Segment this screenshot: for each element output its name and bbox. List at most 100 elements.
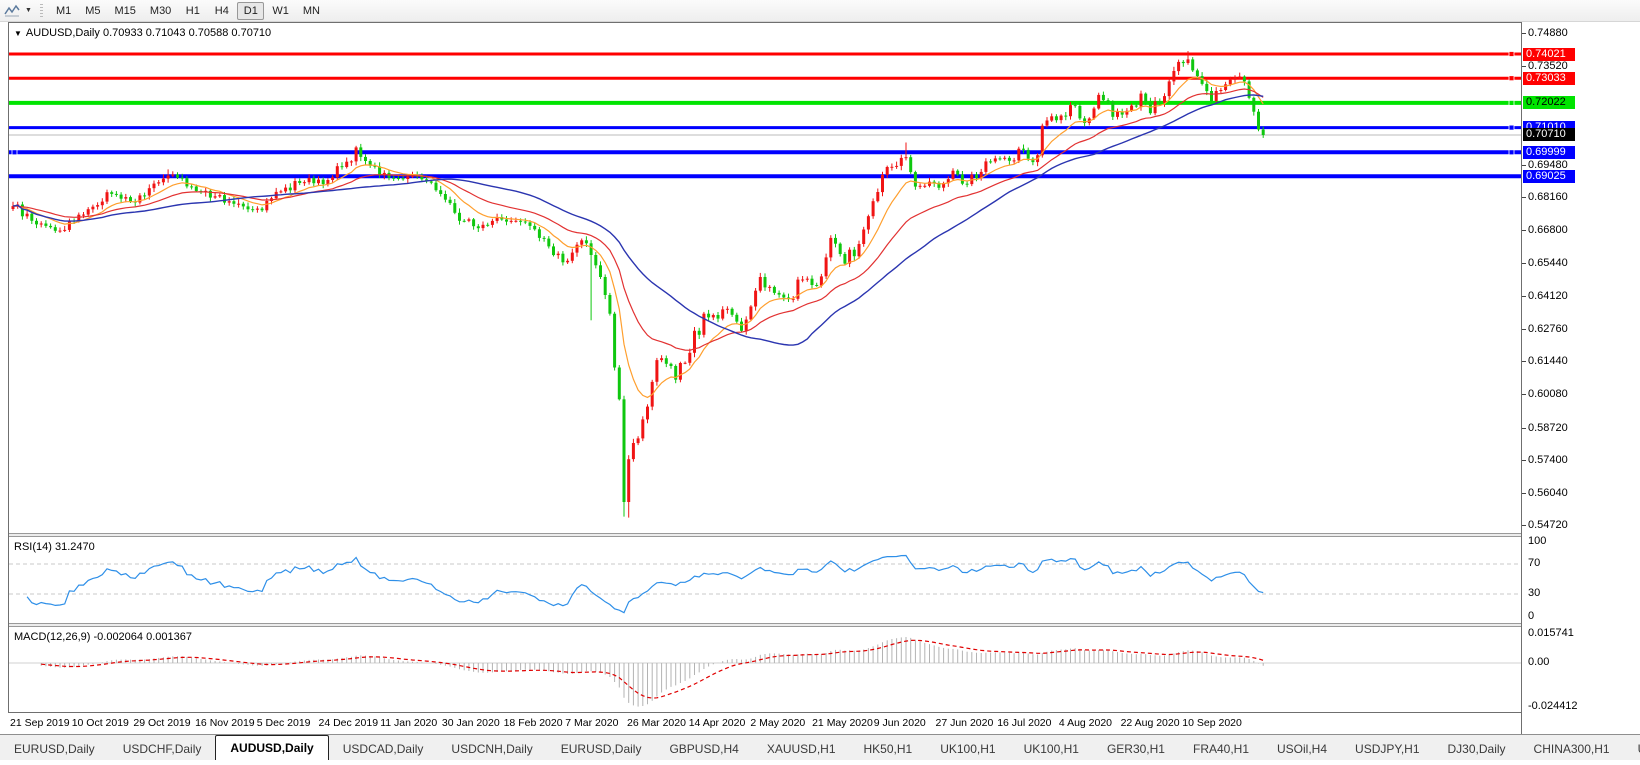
- date-tick-label: 29 Oct 2019: [133, 717, 191, 729]
- price-chart-canvas[interactable]: [9, 23, 1522, 532]
- chart-tab-uk100-h1[interactable]: UK100,H1: [1010, 738, 1093, 760]
- chart-tab-audusd-daily[interactable]: AUDUSD,Daily: [215, 735, 329, 760]
- timeframe-button-m5[interactable]: M5: [79, 2, 106, 20]
- line-anchor[interactable]: [1508, 75, 1515, 82]
- chart-title[interactable]: ▼ AUDUSD,Daily 0.70933 0.71043 0.70588 0.…: [14, 27, 271, 39]
- price-tick-label: 0.68160: [1528, 190, 1568, 203]
- chart-tab-usdcnh-daily[interactable]: USDCNH,Daily: [437, 738, 546, 760]
- price-tick-mark: [1522, 295, 1526, 297]
- price-tick-label: 0.65440: [1528, 257, 1568, 270]
- date-tick-label: 27 Jun 2020: [935, 717, 994, 729]
- date-tick-label: 2 May 2020: [750, 717, 806, 729]
- line-anchor[interactable]: [1508, 100, 1515, 106]
- timeframe-buttons: M1 M5 M15 M30 H1 H4 D1 W1 MN: [49, 1, 327, 20]
- line-anchor[interactable]: [1508, 51, 1515, 57]
- chart-tab-usdjpy-h1[interactable]: USDJPY,H1: [1341, 738, 1433, 760]
- chart-tab-gbpusd-h4[interactable]: GBPUSD,H4: [655, 738, 752, 760]
- chart-tab-china300-h1[interactable]: CHINA300,H1: [1520, 738, 1624, 760]
- mt4-terminal-window: ▼ M1 M5 M15 M30 H1 H4 D1 W1 MN ▼ AUDUSD,Daily 0.7…: [0, 0, 1640, 765]
- price-tick-label: 0.62760: [1528, 322, 1568, 335]
- chart-tab-dj30-daily[interactable]: DJ30,Daily: [1434, 738, 1520, 760]
- chart-tab-bar: EURUSD,Daily USDCHF,Daily AUDUSD,Daily USDC…: [0, 734, 1640, 760]
- timeframe-toolbar: ▼ M1 M5 M15 M30 H1 H4 D1 W1 MN: [0, 0, 1640, 22]
- date-tick-label: 21 Sep 2019: [10, 717, 70, 729]
- chart-tab-usoil-h1[interactable]: USOil,H1: [1624, 738, 1640, 760]
- line-anchor[interactable]: [1508, 124, 1515, 131]
- chart-style-icon[interactable]: [4, 3, 24, 19]
- price-tick-mark: [1522, 328, 1526, 330]
- panel-splitter[interactable]: [9, 533, 1522, 537]
- date-tick-label: 5 Dec 2019: [256, 717, 311, 729]
- chart-area[interactable]: ▼ AUDUSD,Daily 0.70933 0.71043 0.70588 0.…: [8, 22, 1522, 713]
- price-level-badge-0.69025: 0.69025: [1523, 169, 1575, 183]
- price-tick-mark: [1522, 65, 1526, 67]
- line-anchor[interactable]: [11, 149, 18, 156]
- price-tick-label: 0.73520: [1528, 59, 1568, 72]
- price-tick-mark: [1522, 427, 1526, 429]
- date-tick-label: 24 Dec 2019: [318, 717, 379, 729]
- macd-scale-label: 0.015741: [1528, 627, 1574, 639]
- chart-tab-eurusd-daily[interactable]: EURUSD,Daily: [547, 738, 656, 760]
- price-tick-label: 0.57400: [1528, 453, 1568, 466]
- current-price-badge: 0.70710: [1523, 128, 1575, 142]
- timeframe-button-h4[interactable]: H4: [208, 2, 235, 20]
- date-tick-label: 10 Sep 2020: [1182, 717, 1242, 729]
- price-tick-label: 0.61440: [1528, 355, 1568, 368]
- date-tick-label: 10 Oct 2019: [71, 717, 129, 729]
- date-tick-label: 4 Aug 2020: [1058, 717, 1113, 729]
- timeframe-button-m30[interactable]: M30: [144, 2, 177, 20]
- macd-indicator-label: MACD(12,26,9) -0.002064 0.001367: [14, 631, 192, 643]
- price-tick-label: 0.64120: [1528, 289, 1568, 302]
- chart-collapse-icon[interactable]: ▼: [14, 29, 22, 38]
- rsi-chart-canvas[interactable]: [9, 538, 1522, 623]
- chart-tab-xauusd-h1[interactable]: XAUUSD,H1: [753, 738, 850, 760]
- price-level-badge-0.73033: 0.73033: [1523, 71, 1575, 85]
- timeframe-button-w1[interactable]: W1: [266, 2, 295, 20]
- timeframe-button-m1[interactable]: M1: [50, 2, 77, 20]
- chart-style-dropdown-caret-icon[interactable]: ▼: [25, 7, 32, 14]
- date-tick-label: 22 Aug 2020: [1120, 717, 1180, 729]
- macd-scale-label: 0.00: [1528, 656, 1550, 668]
- line-anchor[interactable]: [1508, 149, 1515, 156]
- chart-ohlc-values: 0.70933 0.71043 0.70588 0.70710: [102, 27, 272, 39]
- date-tick-label: 7 Mar 2020: [565, 717, 619, 729]
- chart-tab-eurusd-daily[interactable]: EURUSD,Daily: [0, 738, 109, 760]
- chart-symbol-label: AUDUSD,Daily: [25, 27, 100, 39]
- timeframe-button-m15[interactable]: M15: [109, 2, 142, 20]
- date-tick-label: 30 Jan 2020: [441, 717, 500, 729]
- rsi-current-value: 31.2470: [54, 541, 95, 553]
- timeframe-button-mn[interactable]: MN: [297, 2, 326, 20]
- price-tick-label: 0.56040: [1528, 487, 1568, 500]
- date-tick-label: 18 Feb 2020: [503, 717, 563, 729]
- chart-tab-usdcad-daily[interactable]: USDCAD,Daily: [329, 738, 438, 760]
- price-axis[interactable]: 0.74880 0.73520 0.69480 0.68160 0.66800 0.654…: [1522, 22, 1640, 712]
- price-tick-label: 0.60080: [1528, 388, 1568, 401]
- date-tick-label: 14 Apr 2020: [688, 717, 746, 729]
- time-axis[interactable]: 21 Sep 2019 10 Oct 2019 29 Oct 2019 16 Nov …: [8, 712, 1521, 734]
- price-tick-label: 0.54720: [1528, 519, 1568, 532]
- chart-tab-fra40-h1[interactable]: FRA40,H1: [1179, 738, 1263, 760]
- toolbar-grip[interactable]: [39, 3, 43, 18]
- price-tick-label: 0.66800: [1528, 224, 1568, 237]
- timeframe-button-h1[interactable]: H1: [179, 2, 206, 20]
- price-tick-mark: [1522, 164, 1526, 166]
- chart-tab-usdchf-daily[interactable]: USDCHF,Daily: [109, 738, 216, 760]
- date-tick-label: 16 Jul 2020: [997, 717, 1052, 729]
- rsi-scale-label: 100: [1528, 534, 1547, 547]
- timeframe-button-d1[interactable]: D1: [237, 1, 265, 20]
- chart-tab-uk100-h1[interactable]: UK100,H1: [926, 738, 1009, 760]
- macd-scale-label: -0.024412: [1528, 700, 1578, 712]
- price-level-badge-0.69999: 0.69999: [1523, 145, 1575, 159]
- price-tick-label: 0.58720: [1528, 421, 1568, 434]
- price-level-badge-0.74021: 0.74021: [1523, 47, 1575, 61]
- moving-average-0: [12, 76, 1264, 399]
- price-tick-label: 0.74880: [1528, 26, 1568, 39]
- chart-tab-usoil-h4[interactable]: USOil,H4: [1263, 738, 1341, 760]
- price-tick-mark: [1522, 263, 1526, 265]
- macd-chart-canvas[interactable]: [9, 627, 1522, 713]
- chart-tab-hk50-h1[interactable]: HK50,H1: [850, 738, 927, 760]
- rsi-scale-label: 70: [1528, 557, 1541, 569]
- chart-tab-ger30-h1[interactable]: GER30,H1: [1093, 738, 1179, 760]
- price-level-badge-0.72022: 0.72022: [1523, 96, 1575, 110]
- date-tick-label: 16 Nov 2019: [195, 717, 255, 729]
